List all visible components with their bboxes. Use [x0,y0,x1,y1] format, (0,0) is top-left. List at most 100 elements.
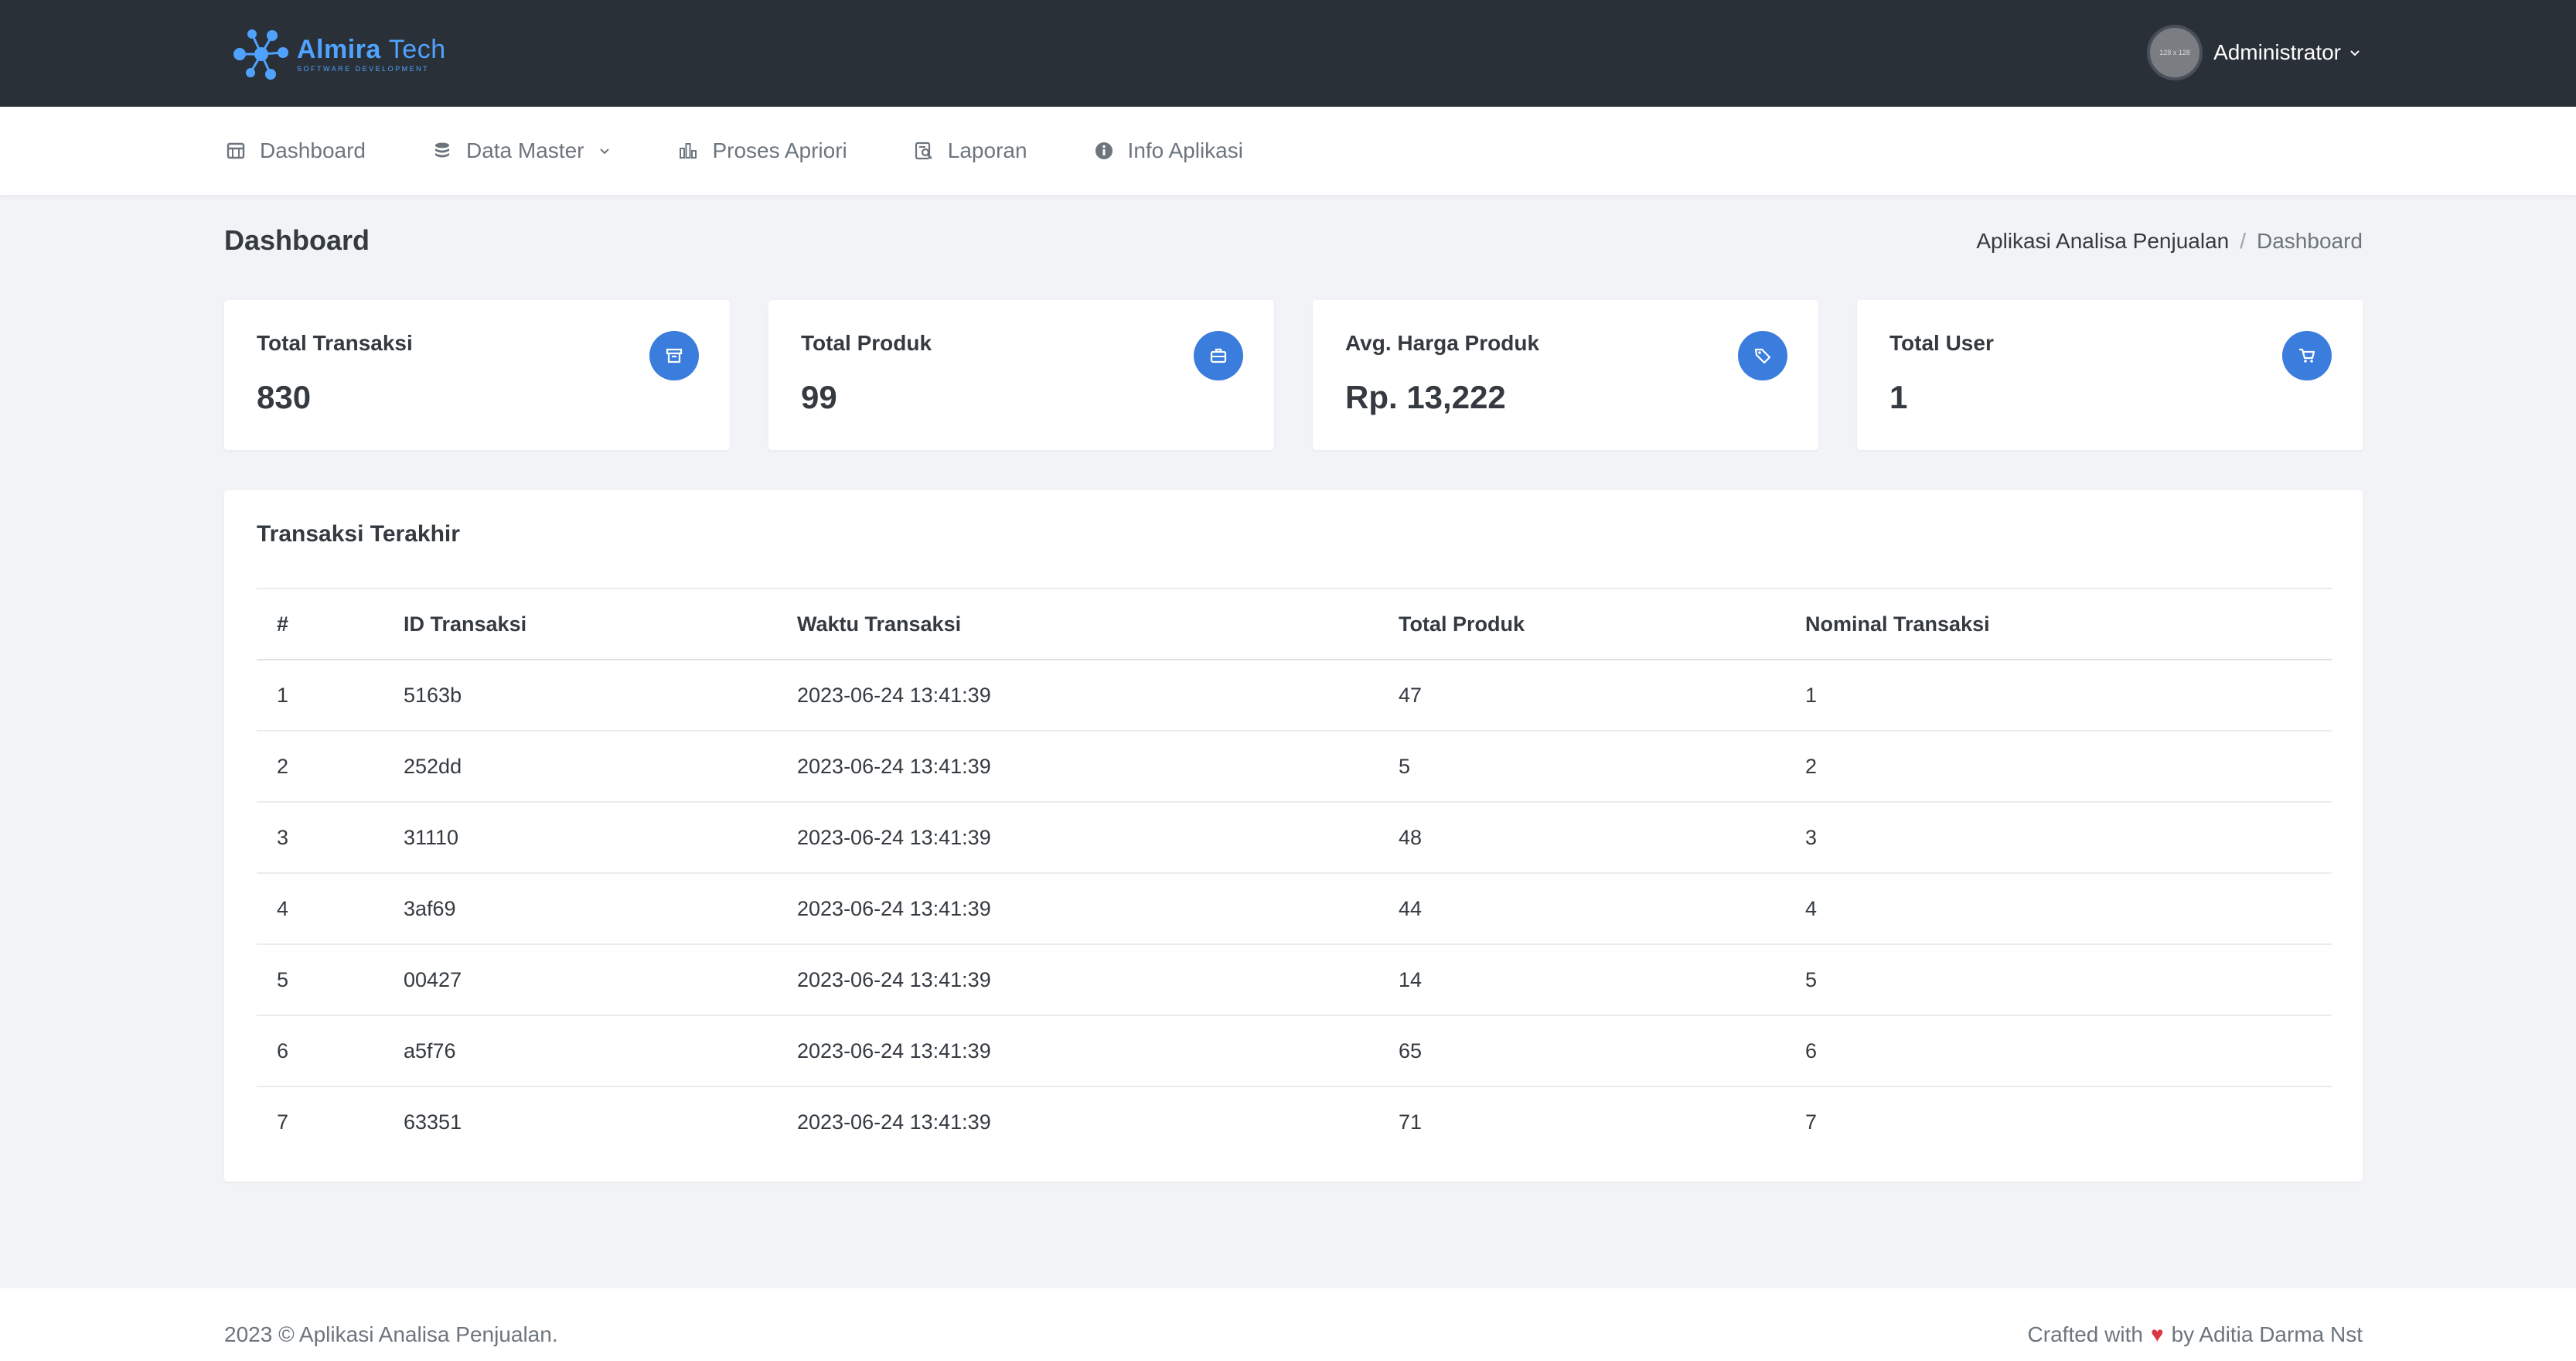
cart-icon [2282,331,2332,380]
avatar: 128 x 128 [2147,25,2203,80]
cell-nominal: 7 [1785,1086,2332,1157]
column-header: Total Produk [1378,588,1785,660]
cell-time: 2023-06-24 13:41:39 [777,801,1378,873]
nav-label: Data Master [465,138,584,162]
cell-id: 5163b [383,659,777,731]
cell-total-produk: 71 [1378,1086,1785,1157]
cell-nominal: 4 [1785,872,2332,944]
cell-no: 5 [257,943,383,1015]
stat-value: Rp. 13,222 [1345,379,1506,415]
cell-total-produk: 65 [1378,1015,1785,1086]
stat-value: 99 [801,379,837,415]
table-row: 6 a5f76 2023-06-24 13:41:39 65 6 [257,1015,2332,1086]
nav-bar: Dashboard Data Master Proses Apriori Lap… [0,107,2576,195]
cell-nominal: 1 [1785,659,2332,731]
table-row: 5 00427 2023-06-24 13:41:39 14 5 [257,943,2332,1015]
logo-subtitle: SOFTWARE DEVELOPMENT [297,64,430,73]
cell-total-produk: 14 [1378,943,1785,1015]
cell-time: 2023-06-24 13:41:39 [777,1015,1378,1086]
bar-chart-icon [676,139,700,162]
cell-nominal: 2 [1785,730,2332,802]
transactions-table: # ID Transaksi Waktu Transaksi Total Pro… [257,588,2332,1157]
report-search-icon [912,139,935,162]
cell-no: 4 [257,872,383,944]
column-header: Nominal Transaksi [1785,588,2332,660]
cell-no: 3 [257,801,383,873]
cell-nominal: 6 [1785,1015,2332,1086]
nav-label: Laporan [947,138,1027,162]
calendar-icon [224,139,247,162]
stat-value: 1 [1889,379,1908,415]
nav-item-data-master[interactable]: Data Master [431,138,612,163]
cell-no: 2 [257,730,383,802]
stat-value: 830 [257,379,312,415]
nav-item-dashboard[interactable]: Dashboard [224,138,366,163]
cell-nominal: 5 [1785,943,2332,1015]
footer-credit: Crafted with ♥ by Aditia Darma Nst [2028,1322,2363,1347]
breadcrumb: Aplikasi Analisa Penjualan / Dashboard [1976,229,2363,254]
footer-credit-post: by Aditia Darma Nst [2171,1322,2363,1346]
table-row: 4 3af69 2023-06-24 13:41:39 44 4 [257,872,2332,944]
cell-no: 1 [257,659,383,731]
table-row: 7 63351 2023-06-24 13:41:39 71 7 [257,1086,2332,1157]
table-row: 1 5163b 2023-06-24 13:41:39 47 1 [257,659,2332,731]
footer: 2023 © Aplikasi Analisa Penjualan. Craft… [0,1288,2576,1361]
stat-label: Total Produk [801,331,932,355]
stat-label: Total User [1889,331,1994,355]
logo-icon [233,29,288,80]
page-title: Dashboard [224,224,370,256]
database-icon [431,139,454,162]
cell-id: 252dd [383,730,777,802]
cell-no: 6 [257,1015,383,1086]
cell-time: 2023-06-24 13:41:39 [777,943,1378,1015]
column-header: # [257,588,383,660]
table-title: Transaksi Terakhir [257,521,460,547]
table-header-row: # ID Transaksi Waktu Transaksi Total Pro… [257,588,2332,660]
recent-transactions-card: Transaksi Terakhir # ID Transaksi Waktu … [224,490,2363,1182]
cell-time: 2023-06-24 13:41:39 [777,1086,1378,1157]
chevron-down-icon [600,148,610,155]
breadcrumb-current: Dashboard [2257,229,2363,253]
cell-nominal: 3 [1785,801,2332,873]
cell-id: 3af69 [383,872,777,944]
stat-card-total-transaksi: Total Transaksi 830 [224,300,730,450]
column-header: Waktu Transaksi [777,588,1378,660]
cell-total-produk: 48 [1378,801,1785,873]
stat-card-avg-harga: Avg. Harga Produk Rp. 13,222 [1313,300,1818,450]
table-row: 2 252dd 2023-06-24 13:41:39 5 2 [257,730,2332,802]
table-row: 3 31110 2023-06-24 13:41:39 48 3 [257,801,2332,873]
footer-credit-pre: Crafted with [2027,1322,2143,1346]
nav-item-laporan[interactable]: Laporan [912,138,1027,163]
user-name: Administrator [2213,40,2341,64]
stat-card-total-produk: Total Produk 99 [768,300,1274,450]
cell-time: 2023-06-24 13:41:39 [777,872,1378,944]
cell-total-produk: 44 [1378,872,1785,944]
nav-label: Proses Apriori [712,138,847,162]
tag-icon [1738,331,1787,380]
cell-time: 2023-06-24 13:41:39 [777,730,1378,802]
archive-icon [649,331,699,380]
stat-card-total-user: Total User 1 [1857,300,2363,450]
cell-id: 63351 [383,1086,777,1157]
top-header: Almira Tech SOFTWARE DEVELOPMENT 128 x 1… [0,0,2576,107]
nav-label: Dashboard [260,138,366,162]
user-menu[interactable]: 128 x 128 Administrator [2147,23,2361,82]
breadcrumb-link[interactable]: Aplikasi Analisa Penjualan [1976,229,2229,254]
cell-total-produk: 47 [1378,659,1785,731]
footer-copyright: 2023 © Aplikasi Analisa Penjualan. [224,1322,558,1346]
info-icon [1092,139,1116,162]
heart-icon: ♥ [2150,1322,2164,1346]
nav-item-info-aplikasi[interactable]: Info Aplikasi [1092,138,1243,163]
logo[interactable]: Almira Tech SOFTWARE DEVELOPMENT [232,26,446,80]
nav-item-proses-apriori[interactable]: Proses Apriori [676,138,847,163]
cell-id: a5f76 [383,1015,777,1086]
cell-id: 00427 [383,943,777,1015]
breadcrumb-separator: / [2240,229,2247,253]
cell-id: 31110 [383,801,777,873]
cell-no: 7 [257,1086,383,1157]
column-header: ID Transaksi [383,588,777,660]
chevron-down-icon [2350,50,2360,56]
logo-name: Almira Tech [297,34,446,64]
stat-label: Avg. Harga Produk [1345,331,1540,355]
cell-time: 2023-06-24 13:41:39 [777,659,1378,731]
